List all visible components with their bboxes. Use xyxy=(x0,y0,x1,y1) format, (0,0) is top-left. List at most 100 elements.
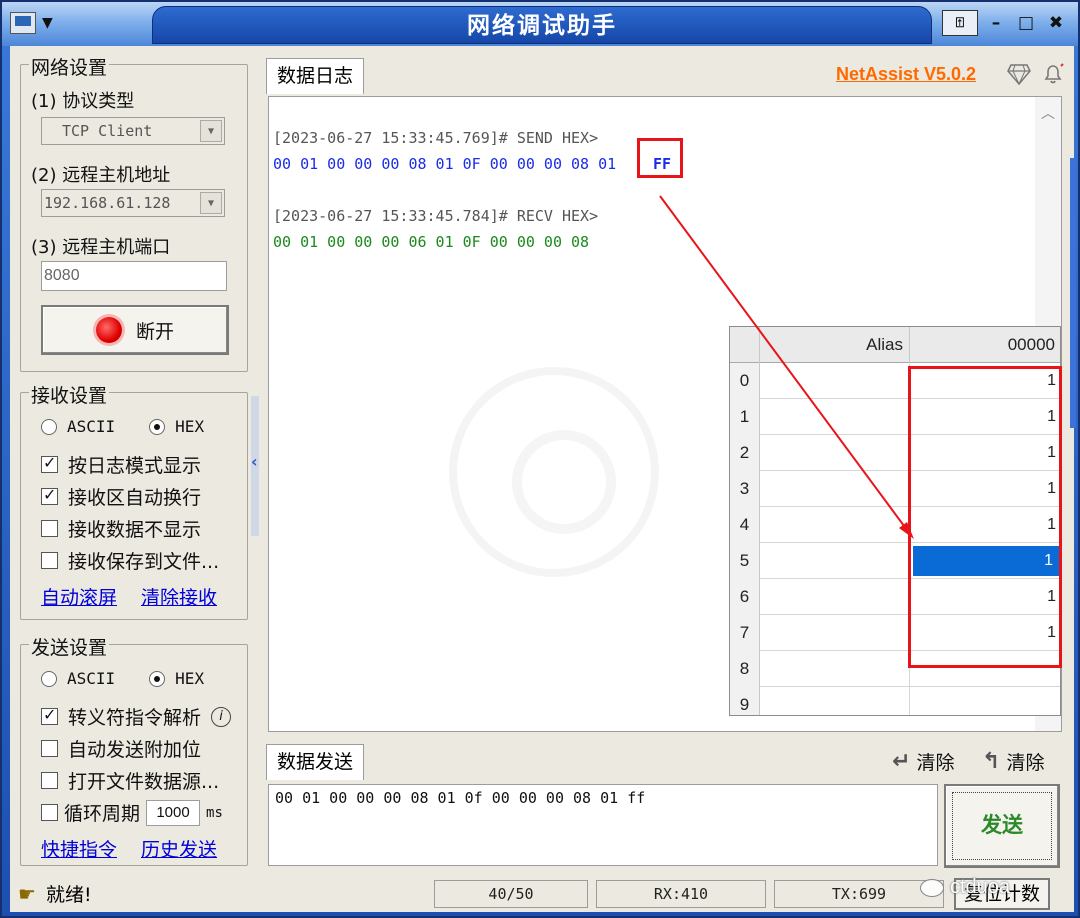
save-file-checkbox[interactable] xyxy=(41,552,58,569)
grid-row-index: 4 xyxy=(730,507,760,543)
receive-option-hide-data[interactable]: 接收数据不显示 xyxy=(41,515,201,542)
status-bar: ☛ 就绪! 40/50 RX:410 TX:699 复位计数 ctduoa xyxy=(10,872,1074,912)
protocol-select[interactable]: TCP Client ▼ xyxy=(41,117,225,145)
grid-row-alias[interactable] xyxy=(760,471,910,507)
log-mode-checkbox[interactable] xyxy=(41,453,58,473)
annotation-ff-highlight xyxy=(637,138,683,178)
host-label: (2) 远程主机地址 xyxy=(31,165,171,186)
pin-icon[interactable]: ⍐ xyxy=(942,10,978,36)
connect-button[interactable]: 断开 xyxy=(41,305,229,355)
send-ascii-label: ASCII xyxy=(67,669,116,688)
send-option-append[interactable]: 自动发送附加位 xyxy=(41,735,201,762)
send-option-escape[interactable]: 转义符指令解析 i xyxy=(41,703,232,730)
send-settings-title: 发送设置 xyxy=(29,633,110,660)
minimize-button[interactable]: – xyxy=(984,11,1008,35)
escape-checkbox[interactable] xyxy=(41,705,58,725)
send-format: ASCII HEX xyxy=(41,669,204,688)
system-menu[interactable]: ▼ xyxy=(10,10,70,36)
collapse-arrow-icon[interactable]: ‹ xyxy=(251,452,258,471)
receive-option-save-file[interactable]: 接收保存到文件... xyxy=(41,547,219,574)
up-arrow-icon: ↰ xyxy=(982,749,1001,774)
undo-arrow-icon: ↵ xyxy=(892,749,911,774)
clear-receive-link[interactable]: 清除接收 xyxy=(141,583,217,610)
append-checkbox[interactable] xyxy=(41,740,58,757)
grid-row-alias[interactable] xyxy=(760,507,910,543)
log-entry-recv-data: 00 01 00 00 00 06 01 0F 00 00 00 08 xyxy=(273,233,590,251)
log-entry-send-meta: [2023-06-27 15:33:45.769]# SEND HEX> xyxy=(273,129,599,147)
diamond-icon[interactable] xyxy=(1007,63,1031,85)
file-source-checkbox[interactable] xyxy=(41,772,58,789)
send-option-loop[interactable]: 循环周期 1000 ms xyxy=(41,799,223,826)
clear-all-label: 清除 xyxy=(1006,752,1045,774)
receive-ascii-label: ASCII xyxy=(67,417,116,436)
receive-option-auto-wrap[interactable]: 接收区自动换行 xyxy=(41,483,201,510)
receive-ascii-radio[interactable] xyxy=(41,418,57,435)
title-bar[interactable]: ▼ 网络调试助手 ⍐ – □ ✖ xyxy=(2,2,1078,46)
shortcut-link[interactable]: 快捷指令 xyxy=(41,835,117,862)
tab-data-send[interactable]: 数据发送 xyxy=(266,744,365,780)
history-link[interactable]: 历史发送 xyxy=(141,835,217,862)
send-button[interactable]: 发送 xyxy=(944,784,1060,868)
loop-period-input[interactable]: 1000 xyxy=(146,799,201,826)
auto-scroll-link[interactable]: 自动滚屏 xyxy=(41,583,117,610)
clear-all-action[interactable]: ↰ 清除 xyxy=(982,748,1044,775)
receive-option-log-mode[interactable]: 按日志模式显示 xyxy=(41,451,201,478)
status-ready-label: 就绪! xyxy=(45,884,92,906)
send-hex-label: HEX xyxy=(175,669,205,688)
grid-row-index: 7 xyxy=(730,615,760,651)
host-value: 192.168.61.128 xyxy=(44,194,171,212)
info-icon[interactable]: i xyxy=(211,706,232,727)
grid-row-alias[interactable] xyxy=(760,363,910,399)
loop-label: 循环周期 xyxy=(64,803,141,825)
chevron-down-icon[interactable]: ▼ xyxy=(200,120,222,142)
scroll-up-icon[interactable]: ︿ xyxy=(1041,103,1055,123)
send-input[interactable]: 00 01 00 00 00 08 01 0f 00 00 00 08 01 f… xyxy=(268,784,938,866)
receive-settings-title: 接收设置 xyxy=(29,381,110,408)
log-entry-send-data: 00 01 00 00 00 08 01 0F 00 00 00 08 01 xyxy=(273,155,617,173)
loop-unit: ms xyxy=(206,804,223,821)
network-settings-group: 网络设置 (1) 协议类型 TCP Client ▼ (2) 远程主机地址 19… xyxy=(20,53,248,372)
grid-row-alias[interactable] xyxy=(760,687,910,715)
close-button[interactable]: ✖ xyxy=(1044,11,1068,35)
client-area: 网络设置 (1) 协议类型 TCP Client ▼ (2) 远程主机地址 19… xyxy=(10,46,1076,912)
grid-row-alias[interactable] xyxy=(760,615,910,651)
hide-data-checkbox[interactable] xyxy=(41,520,58,537)
grid-header-value[interactable]: 00000 xyxy=(910,327,1060,363)
grid-row-alias[interactable] xyxy=(760,579,910,615)
loop-checkbox[interactable] xyxy=(41,804,58,821)
grid-row-alias[interactable] xyxy=(760,543,910,579)
bell-icon[interactable] xyxy=(1041,62,1065,86)
maximize-button[interactable]: □ xyxy=(1014,11,1038,35)
clear-send-action[interactable]: ↵ 清除 xyxy=(892,748,954,775)
grid-row-alias[interactable] xyxy=(760,435,910,471)
grid-row-value[interactable] xyxy=(910,687,1060,715)
auto-wrap-checkbox[interactable] xyxy=(41,485,58,505)
protocol-value: TCP Client xyxy=(62,122,153,140)
log-entry-recv-meta: [2023-06-27 15:33:45.784]# RECV HEX> xyxy=(273,207,599,225)
watermark-label: ctduoa xyxy=(950,876,1011,898)
grid-row-alias[interactable] xyxy=(760,399,910,435)
chevron-down-icon[interactable]: ▼ xyxy=(200,192,222,214)
status-rx: RX:410 xyxy=(596,880,766,908)
send-settings-group: 发送设置 ASCII HEX 转义符指令解析 i 自动发送附加位 打开文件数据源… xyxy=(20,633,248,866)
grid-row[interactable]: 9 xyxy=(730,687,1060,715)
hide-data-label: 接收数据不显示 xyxy=(68,519,202,541)
send-ascii-radio[interactable] xyxy=(41,670,57,687)
grid-header-alias[interactable]: Alias xyxy=(760,327,910,363)
send-option-file-source[interactable]: 打开文件数据源... xyxy=(41,767,219,794)
grid-row-index: 0 xyxy=(730,363,760,399)
tab-data-log[interactable]: 数据日志 xyxy=(266,58,365,94)
host-select[interactable]: 192.168.61.128 ▼ xyxy=(41,189,225,217)
grid-row-alias[interactable] xyxy=(760,651,910,687)
network-settings-title: 网络设置 xyxy=(29,53,110,80)
panel-splitter[interactable]: ‹ xyxy=(251,396,259,536)
port-input[interactable]: 8080 xyxy=(41,261,227,291)
send-hex-radio[interactable] xyxy=(149,670,166,687)
clear-send-label: 清除 xyxy=(916,752,955,774)
receive-settings-group: 接收设置 ASCII HEX 按日志模式显示 接收区自动换行 接收数据不显示 xyxy=(20,381,248,620)
wechat-icon xyxy=(920,878,944,897)
receive-hex-radio[interactable] xyxy=(149,418,166,435)
receive-format: ASCII HEX xyxy=(41,417,204,436)
window-edge-accent xyxy=(1070,158,1076,428)
brand-link[interactable]: NetAssist V5.0.2 xyxy=(836,64,976,85)
